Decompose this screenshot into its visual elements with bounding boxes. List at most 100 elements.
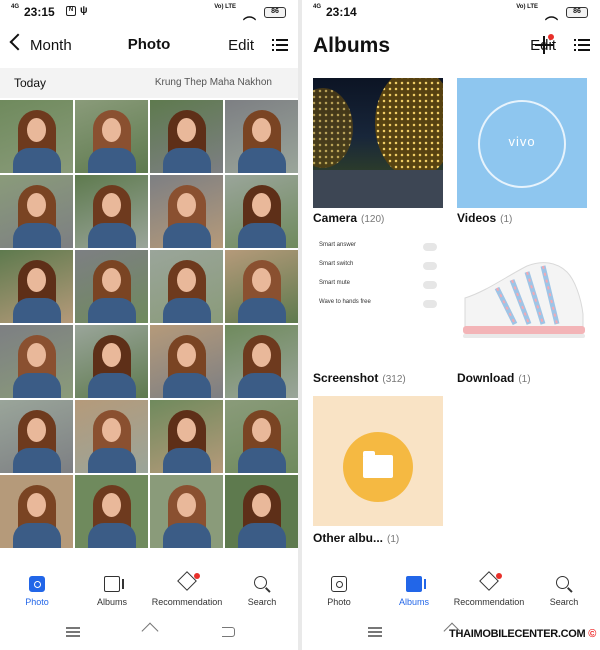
photo-thumbnail[interactable] — [150, 400, 223, 473]
lit-tree — [313, 88, 353, 168]
album-name: Download — [457, 371, 515, 385]
setting-label: Smart switch — [319, 261, 354, 267]
album-screenshot-thumbnail[interactable]: Smart answer Smart switch Smart mute Wav… — [313, 236, 443, 366]
album-name: Camera — [313, 211, 358, 225]
photo-thumbnail[interactable] — [0, 325, 73, 398]
nav-search[interactable]: Search — [527, 572, 600, 616]
photo-thumbnail[interactable] — [75, 250, 148, 323]
album-download-label[interactable]: Download (1) — [457, 371, 531, 385]
setting-row: Wave to hands free — [319, 299, 437, 313]
photo-thumbnail[interactable] — [75, 325, 148, 398]
nav-photo-label: Photo — [25, 597, 49, 607]
portrait-face — [177, 118, 196, 142]
setting-label: Smart answer — [319, 242, 357, 248]
photo-thumbnail[interactable] — [150, 475, 223, 548]
nav-albums-label: Albums — [96, 597, 127, 607]
sneaker-image — [463, 262, 585, 338]
album-download-thumbnail[interactable] — [457, 236, 587, 366]
status-bar: 4G 23:14 Vo) LTE ︵ 86 — [302, 0, 600, 22]
edit-button[interactable]: Edit — [228, 37, 254, 54]
photo-thumbnail[interactable] — [150, 100, 223, 173]
photo-thumbnail[interactable] — [0, 400, 73, 473]
album-name: Other albu... — [313, 531, 384, 545]
nav-recommendation[interactable]: Recommendation — [150, 571, 224, 616]
album-other-thumbnail[interactable] — [313, 396, 443, 526]
portrait-face — [27, 493, 46, 517]
photo-thumbnail[interactable] — [150, 175, 223, 248]
album-screenshot-label[interactable]: Screenshot (312) — [313, 371, 406, 385]
photo-thumbnail[interactable] — [75, 100, 148, 173]
photo-thumbnail[interactable] — [225, 475, 298, 548]
photo-thumbnail[interactable] — [75, 175, 148, 248]
photo-thumbnail[interactable] — [150, 250, 223, 323]
album-camera-label[interactable]: Camera (120) — [313, 211, 384, 225]
signal-indicator: 4G — [11, 4, 20, 10]
setting-row: Smart switch — [319, 261, 437, 275]
setting-row: Smart answer — [319, 242, 437, 256]
home-icon[interactable] — [142, 625, 158, 637]
street — [313, 170, 443, 208]
nav-photo[interactable]: Photo — [302, 572, 376, 616]
photo-thumbnail[interactable] — [225, 400, 298, 473]
portrait-jacket — [163, 373, 211, 398]
photo-thumbnail[interactable] — [0, 100, 73, 173]
nav-search[interactable]: Search — [225, 572, 298, 616]
list-menu-icon[interactable] — [272, 38, 288, 52]
notification-badge — [496, 573, 502, 579]
portrait-face — [252, 418, 271, 442]
portrait-jacket — [13, 148, 61, 173]
portrait-face — [102, 493, 121, 517]
signal-indicator: 4G — [313, 4, 322, 10]
list-menu-icon[interactable] — [574, 38, 590, 52]
portrait-face — [252, 268, 271, 292]
lit-tree — [375, 78, 443, 178]
nav-recommendation[interactable]: Recommendation — [452, 571, 526, 616]
portrait-face — [252, 493, 271, 517]
setting-label: Smart mute — [319, 280, 351, 286]
usb-icon: ψ — [80, 5, 88, 16]
folder-badge — [343, 432, 413, 502]
notification-icon: N — [66, 6, 76, 16]
album-name: Screenshot — [313, 371, 379, 385]
photo-thumbnail[interactable] — [225, 175, 298, 248]
back-nav-icon[interactable] — [222, 627, 235, 637]
photo-thumbnail[interactable] — [150, 325, 223, 398]
battery-indicator: 86 — [264, 7, 286, 18]
wifi-icon: ︵ — [242, 7, 256, 22]
notification-badge — [194, 573, 200, 579]
album-videos-label[interactable]: Videos (1) — [457, 211, 512, 225]
portrait-face — [102, 268, 121, 292]
album-count: (1) — [500, 214, 513, 225]
back-button[interactable]: Month — [30, 37, 72, 54]
setting-label: Wave to hands free — [319, 299, 371, 305]
nav-search-label: Search — [247, 597, 277, 607]
photo-thumbnail[interactable] — [75, 400, 148, 473]
system-nav — [0, 620, 298, 646]
portrait-jacket — [238, 298, 286, 323]
bottom-nav: Photo Albums Recommendation Search — [0, 571, 298, 616]
nav-albums[interactable]: Albums — [75, 572, 149, 616]
portrait-face — [252, 193, 271, 217]
photo-thumbnail[interactable] — [225, 325, 298, 398]
album-count: (1) — [387, 534, 400, 545]
recent-apps-icon[interactable] — [368, 627, 382, 637]
album-count: (120) — [361, 214, 385, 225]
back-icon[interactable] — [9, 33, 27, 51]
albums-icon — [406, 576, 426, 592]
battery-indicator: 86 — [566, 7, 588, 18]
photo-thumbnail[interactable] — [0, 250, 73, 323]
nav-photo[interactable]: Photo — [0, 572, 74, 616]
photo-thumbnail[interactable] — [225, 100, 298, 173]
albums-screen: 4G 23:14 Vo) LTE ︵ 86 Albums Edit Camera… — [302, 0, 600, 650]
photo-thumbnail[interactable] — [0, 475, 73, 548]
photo-thumbnail[interactable] — [75, 475, 148, 548]
album-other-label[interactable]: Other albu... (1) — [313, 531, 399, 545]
recent-apps-icon[interactable] — [66, 627, 80, 637]
portrait-face — [102, 193, 121, 217]
photo-thumbnail[interactable] — [225, 250, 298, 323]
nav-albums[interactable]: Albums — [377, 572, 451, 616]
album-camera-thumbnail[interactable] — [313, 78, 443, 208]
album-videos-thumbnail[interactable]: vivo — [457, 78, 587, 208]
photo-thumbnail[interactable] — [0, 175, 73, 248]
watermark-text: THAIMOBILECENTER.COM — [449, 628, 586, 640]
